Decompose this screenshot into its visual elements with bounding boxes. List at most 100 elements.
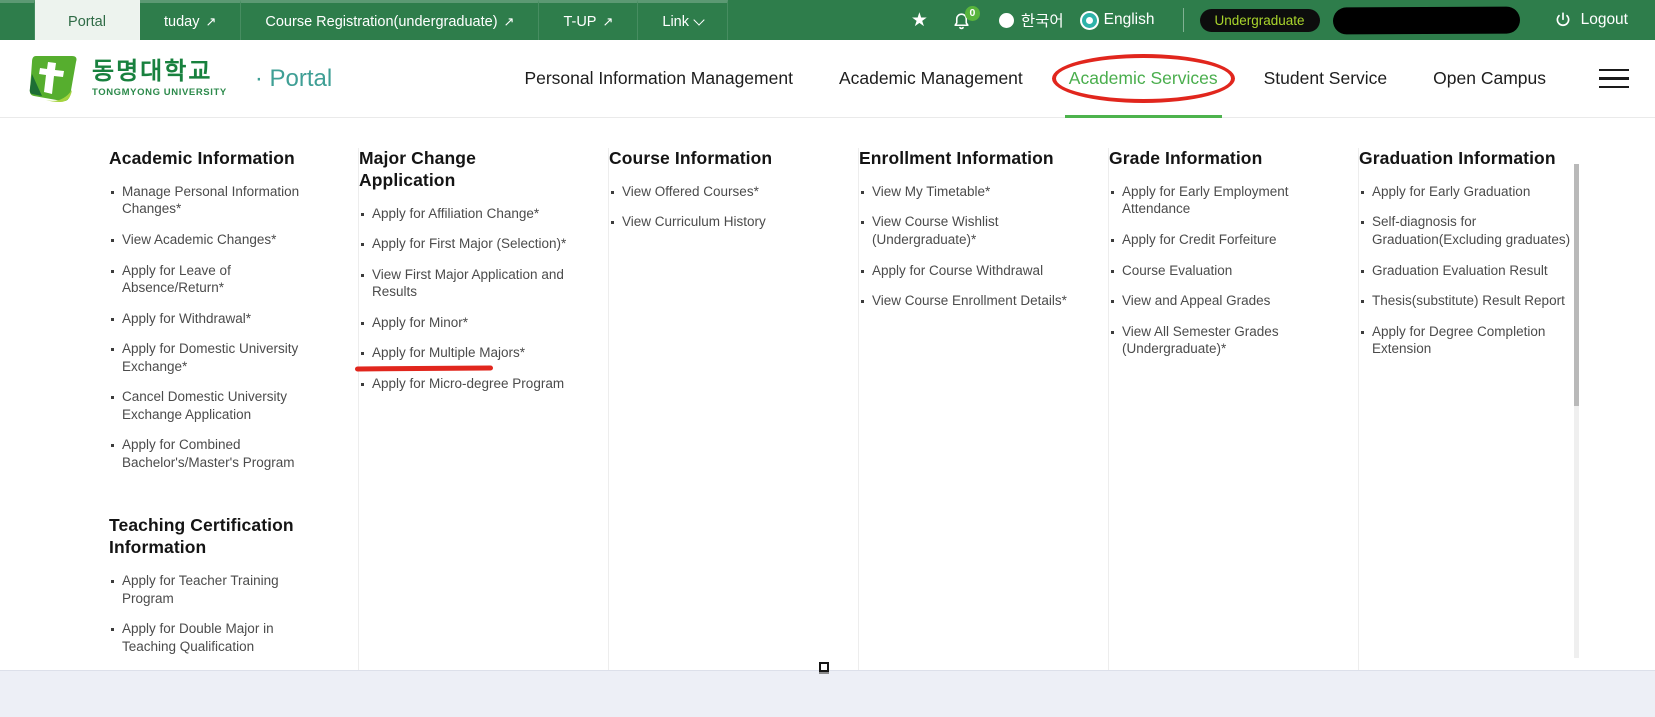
megamenu-link[interactable]: View Curriculum History	[609, 213, 824, 231]
megamenu-link[interactable]: Course Evaluation	[1109, 262, 1324, 280]
topbar-divider	[1183, 8, 1184, 32]
logout-button[interactable]: Logout	[1554, 11, 1628, 29]
logout-label: Logout	[1581, 11, 1628, 29]
megamenu-link-label: Apply for First Major (Selection)*	[372, 236, 566, 251]
megamenu-link[interactable]: Apply for First Major (Selection)*	[359, 235, 574, 253]
megamenu-link-label: Thesis(substitute) Result Report	[1372, 293, 1565, 308]
megamenu-link[interactable]: Apply for Affiliation Change*	[359, 205, 574, 223]
language-english-toggle[interactable]: English	[1082, 11, 1155, 29]
megamenu-link-label: Apply for Micro-degree Program	[372, 376, 564, 391]
megamenu-link-label: Apply for Domestic University Exchange*	[122, 341, 298, 374]
radio-unselected-icon	[999, 13, 1014, 28]
megamenu-link[interactable]: Graduation Evaluation Result	[1359, 262, 1575, 280]
megamenu-column: Major Change Application Apply for Affil…	[359, 148, 609, 670]
megamenu-section-title: Grade Information	[1109, 148, 1324, 170]
megamenu-section: Graduation Information Apply for Early G…	[1359, 148, 1575, 358]
megamenu-link[interactable]: View and Appeal Grades	[1109, 292, 1324, 310]
megamenu-link-label: Cancel Domestic University Exchange Appl…	[122, 389, 287, 422]
external-link-icon: ↗	[504, 15, 515, 28]
portal-tab[interactable]: Course Registration(undergraduate) ↗	[241, 0, 539, 40]
logo-korean-name: 동명대학교	[92, 59, 227, 84]
portal-tab-strip: Portal tuday ↗ Course Registration(under…	[0, 0, 728, 40]
megamenu-link[interactable]: Apply for Domestic University Exchange*	[109, 340, 324, 375]
nav-item-label: Open Campus	[1433, 68, 1546, 88]
portal-tab[interactable]: T-UP ↗	[539, 0, 638, 40]
portal-tab[interactable]: Link	[638, 0, 728, 40]
university-logo[interactable]: 동명대학교 TONGMYONG UNIVERSITY · Portal	[26, 54, 332, 104]
megamenu-link[interactable]: View Course Enrollment Details*	[859, 292, 1074, 310]
megamenu-link[interactable]: Apply for Teacher Training Program	[109, 572, 324, 607]
language-korean-toggle[interactable]: 한국어	[999, 9, 1064, 31]
megamenu-section-title: Graduation Information	[1359, 148, 1575, 170]
megamenu-link-label: Apply for Withdrawal*	[122, 311, 251, 326]
portal-tab-label: Course Registration(undergraduate)	[265, 14, 497, 30]
megamenu-link[interactable]: View Course Wishlist (Undergraduate)*	[859, 213, 1074, 248]
megamenu-link[interactable]: Apply for Multiple Majors*	[359, 344, 574, 362]
megamenu-link-label: Apply for Leave of Absence/Return*	[122, 263, 231, 296]
megamenu-link-label: View Course Enrollment Details*	[872, 293, 1067, 308]
megamenu-link-label: Apply for Early Graduation	[1372, 184, 1530, 199]
megamenu-link[interactable]: View All Semester Grades (Undergraduate)…	[1109, 323, 1324, 358]
radio-selected-icon	[1082, 13, 1097, 28]
megamenu-link[interactable]: Apply for Degree Completion Extension	[1359, 323, 1575, 358]
megamenu-section: Grade Information Apply for Early Employ…	[1109, 148, 1324, 358]
academic-services-megamenu: Academic Information Manage Personal Inf…	[0, 118, 1655, 670]
external-link-icon: ↗	[205, 15, 216, 28]
megamenu-link[interactable]: Apply for Leave of Absence/Return*	[109, 262, 324, 297]
megamenu-column: Graduation Information Apply for Early G…	[1359, 148, 1609, 670]
main-navigation: Personal Information Management Academic…	[501, 40, 1569, 117]
megamenu-link[interactable]: Cancel Domestic University Exchange Appl…	[109, 388, 324, 423]
nav-item-label: Student Service	[1264, 68, 1388, 88]
megamenu-link-label: View Course Wishlist (Undergraduate)*	[872, 214, 999, 247]
square-handle-icon	[819, 662, 829, 672]
megamenu-section-title: Major Change Application	[359, 148, 574, 192]
nav-item-label: Academic Services	[1069, 68, 1218, 88]
main-header: 동명대학교 TONGMYONG UNIVERSITY · Portal Pers…	[0, 40, 1655, 118]
notifications-button[interactable]: 0	[952, 10, 971, 31]
megamenu-link-label: View All Semester Grades (Undergraduate)…	[1122, 324, 1279, 357]
red-underline-annotation	[355, 365, 493, 370]
nav-item[interactable]: Student Service	[1241, 40, 1411, 117]
megamenu-link-label: View Offered Courses*	[622, 184, 759, 199]
nav-item[interactable]: Academic Services	[1046, 40, 1241, 117]
megamenu-link[interactable]: Apply for Combined Bachelor's/Master's P…	[109, 436, 324, 471]
megamenu-link[interactable]: Apply for Withdrawal*	[109, 310, 324, 328]
megamenu-link-label: Apply for Double Major in Teaching Quali…	[122, 621, 274, 654]
megamenu-link-label: Graduation Evaluation Result	[1372, 263, 1548, 278]
megamenu-link[interactable]: Apply for Credit Forfeiture	[1109, 231, 1324, 249]
megamenu-link[interactable]: View Academic Changes*	[109, 231, 324, 249]
megamenu-link[interactable]: Apply for Double Major in Teaching Quali…	[109, 620, 324, 655]
chevron-down-icon	[693, 14, 704, 25]
megamenu-link[interactable]: Apply for Micro-degree Program	[359, 375, 574, 393]
portal-tab[interactable]: tuday ↗	[140, 0, 241, 40]
favorites-star-icon[interactable]: ★	[911, 11, 928, 30]
megamenu-section: Teaching Certification Information Apply…	[109, 515, 324, 670]
megamenu-section: Course Information View Offered Courses*…	[609, 148, 824, 231]
megamenu-link[interactable]: Self-diagnosis for Graduation(Excluding …	[1359, 213, 1575, 248]
megamenu-column: Academic Information Manage Personal Inf…	[109, 148, 359, 670]
megamenu-link[interactable]: Thesis(substitute) Result Report	[1359, 292, 1575, 310]
megamenu-link[interactable]: Apply for Minor*	[359, 314, 574, 332]
megamenu-link[interactable]: View First Major Application and Results	[359, 266, 574, 301]
megamenu-link[interactable]: Manage Personal Information Changes*	[109, 183, 324, 218]
megamenu-link-label: View and Appeal Grades	[1122, 293, 1270, 308]
megamenu-link-label: Apply for Minor*	[372, 315, 468, 330]
megamenu-link-label: Course Evaluation	[1122, 263, 1232, 278]
nav-item[interactable]: Open Campus	[1410, 40, 1569, 117]
notification-count-badge: 0	[965, 6, 980, 21]
megamenu-link[interactable]: Apply for Course Withdrawal	[859, 262, 1074, 280]
external-link-icon: ↗	[602, 15, 613, 28]
megamenu-link[interactable]: View My Timetable*	[859, 183, 1074, 201]
megamenu-link-label: Apply for Affiliation Change*	[372, 206, 539, 221]
nav-item[interactable]: Personal Information Management	[501, 40, 815, 117]
megamenu-link[interactable]: Apply for Early Graduation	[1359, 183, 1575, 201]
portal-tab[interactable]: Portal	[35, 0, 140, 40]
portal-tab-label: Portal	[68, 14, 106, 30]
megamenu-link-label: View Curriculum History	[622, 214, 766, 229]
nav-item[interactable]: Academic Management	[816, 40, 1046, 117]
scrollbar-thumb[interactable]	[1574, 164, 1579, 406]
role-badge: Undergraduate	[1200, 9, 1320, 32]
megamenu-link[interactable]: View Offered Courses*	[609, 183, 824, 201]
megamenu-link[interactable]: Apply for Early Employment Attendance	[1109, 183, 1324, 218]
menu-hamburger-icon[interactable]	[1599, 69, 1629, 89]
